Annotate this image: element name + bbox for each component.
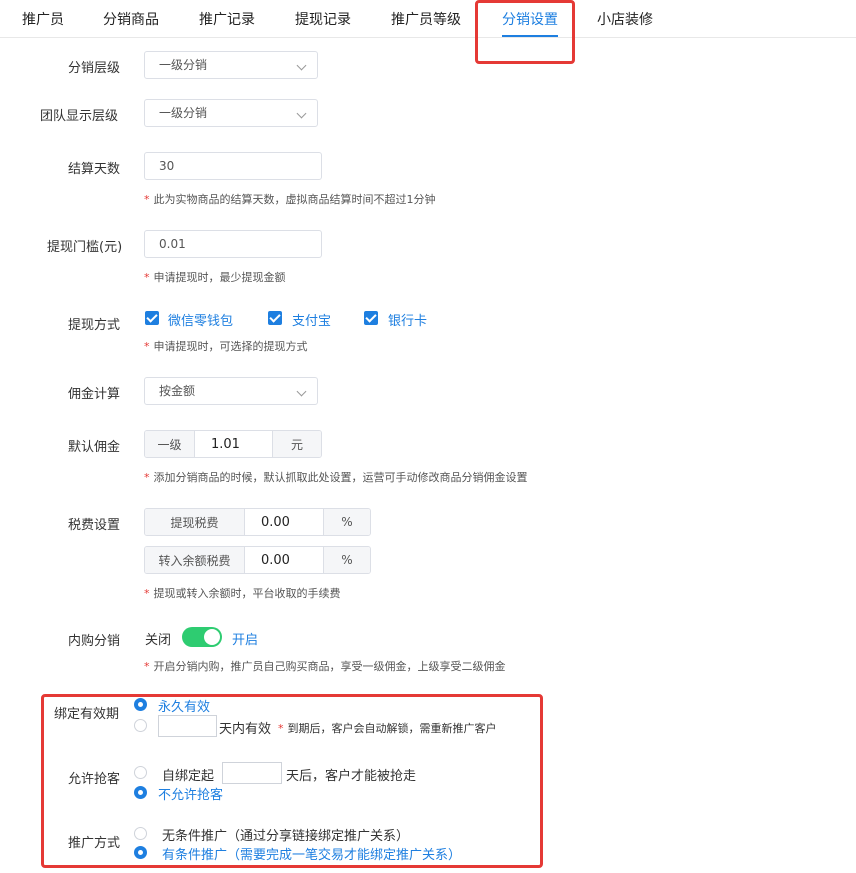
bank-card-label[interactable]: 银行卡 xyxy=(388,310,427,329)
promotion-conditional-radio[interactable] xyxy=(134,846,147,859)
withdraw-method-label: 提现方式 xyxy=(68,318,121,333)
withdraw-tax-prefix: 提现税费 xyxy=(145,509,244,535)
commission-level-prefix: 一级 xyxy=(145,431,194,457)
withdraw-tax-group: 提现税费 0.00 % xyxy=(144,508,371,536)
promotion-unconditional-label[interactable]: 无条件推广（通过分享链接绑定推广关系） xyxy=(162,825,409,844)
team-display-level-value: 一级分销 xyxy=(159,106,208,120)
binding-days-suffix: 天内有效 xyxy=(219,722,272,737)
alipay-checkbox[interactable] xyxy=(268,311,282,325)
default-commission-group: 一级 1.01 元 xyxy=(144,430,322,458)
binding-days-radio[interactable] xyxy=(134,719,147,732)
internal-purchase-label: 内购分销 xyxy=(68,634,121,649)
promotion-conditional-label[interactable]: 有条件推广（需要完成一笔交易才能绑定推广关系） xyxy=(162,844,461,863)
percent-suffix: % xyxy=(324,509,370,535)
internal-purchase-switch[interactable] xyxy=(182,627,222,647)
promotion-unconditional-radio[interactable] xyxy=(134,827,147,840)
tax-note: * 提现或转入余额时，平台收取的手续费 xyxy=(144,587,341,600)
tab-promotion-records[interactable]: 推广记录 xyxy=(199,9,255,29)
binding-permanent-label[interactable]: 永久有效 xyxy=(158,696,210,715)
transfer-tax-group: 转入余额税费 0.00 % xyxy=(144,546,371,574)
tax-settings-label: 税费设置 xyxy=(68,518,121,533)
percent-suffix: % xyxy=(324,547,370,573)
tab-shop-decoration[interactable]: 小店装修 xyxy=(597,9,653,29)
withdraw-threshold-input[interactable]: 0.01 xyxy=(144,230,322,258)
internal-purchase-note: * 开启分销内购，推广员自己购买商品，享受一级佣金，上级享受二级佣金 xyxy=(144,660,506,673)
binding-days-note: * 到期后，客户会自动解锁，需重新推广客户 xyxy=(278,722,497,735)
default-commission-note: * 添加分销商品的时候，默认抓取此处设置，运营可手动修改商品分销佣金设置 xyxy=(144,471,528,484)
chevron-down-icon xyxy=(296,60,307,71)
tab-withdraw-records[interactable]: 提现记录 xyxy=(295,9,351,29)
tab-distribution-settings[interactable]: 分销设置 xyxy=(502,9,558,29)
wechat-wallet-label[interactable]: 微信零钱包 xyxy=(168,310,233,329)
tab-distribution-products[interactable]: 分销商品 xyxy=(103,9,159,29)
settlement-days-input[interactable]: 30 xyxy=(144,152,322,180)
snatch-after-prefix: 自绑定起 xyxy=(162,769,215,784)
withdraw-threshold-note: * 申请提现时，最少提现金额 xyxy=(144,271,286,284)
team-display-level-select[interactable]: 一级分销 xyxy=(144,99,318,127)
chevron-down-icon xyxy=(296,108,307,119)
allow-snatch-label: 允许抢客 xyxy=(68,772,121,787)
default-commission-input[interactable]: 1.01 xyxy=(194,431,273,457)
promotion-mode-label: 推广方式 xyxy=(68,836,121,851)
transfer-tax-prefix: 转入余额税费 xyxy=(145,547,244,573)
binding-days-input[interactable] xyxy=(158,715,217,737)
commission-calc-select[interactable]: 按金额 xyxy=(144,377,318,405)
commission-unit-suffix: 元 xyxy=(273,431,321,457)
binding-validity-label: 绑定有效期 xyxy=(54,707,120,722)
settlement-days-note: * 此为实物商品的结算天数，虚拟商品结算时间不超过1分钟 xyxy=(144,193,436,206)
commission-calc-value: 按金额 xyxy=(159,384,196,398)
default-commission-label: 默认佣金 xyxy=(68,440,121,455)
active-tab-indicator xyxy=(502,35,558,37)
commission-calc-label: 佣金计算 xyxy=(68,387,121,402)
alipay-label[interactable]: 支付宝 xyxy=(292,310,331,329)
transfer-tax-input[interactable]: 0.00 xyxy=(244,547,324,573)
tab-bar: 推广员 分销商品 推广记录 提现记录 推广员等级 分销设置 小店装修 xyxy=(0,0,856,38)
bank-card-checkbox[interactable] xyxy=(364,311,378,325)
withdraw-tax-input[interactable]: 0.00 xyxy=(244,509,324,535)
snatch-after-suffix: 天后，客户才能被抢走 xyxy=(286,769,417,784)
tab-promoter-levels[interactable]: 推广员等级 xyxy=(391,9,461,29)
withdraw-threshold-label: 提现门槛(元) xyxy=(47,240,123,255)
distribution-level-value: 一级分销 xyxy=(159,58,208,72)
internal-purchase-off-label: 关闭 xyxy=(145,633,172,648)
chevron-down-icon xyxy=(296,386,307,397)
snatch-after-radio[interactable] xyxy=(134,766,147,779)
settlement-days-label: 结算天数 xyxy=(68,162,121,177)
team-display-level-label: 团队显示层级 xyxy=(40,109,119,124)
distribution-level-label: 分销层级 xyxy=(68,61,121,76)
tab-promoters[interactable]: 推广员 xyxy=(22,9,64,29)
internal-purchase-on-label: 开启 xyxy=(232,633,259,648)
snatch-no-label[interactable]: 不允许抢客 xyxy=(158,784,223,803)
snatch-no-radio[interactable] xyxy=(134,786,147,799)
wechat-wallet-checkbox[interactable] xyxy=(145,311,159,325)
snatch-days-input[interactable] xyxy=(222,762,282,784)
binding-permanent-radio[interactable] xyxy=(134,698,147,711)
withdraw-method-note: * 申请提现时，可选择的提现方式 xyxy=(144,340,308,353)
distribution-level-select[interactable]: 一级分销 xyxy=(144,51,318,79)
